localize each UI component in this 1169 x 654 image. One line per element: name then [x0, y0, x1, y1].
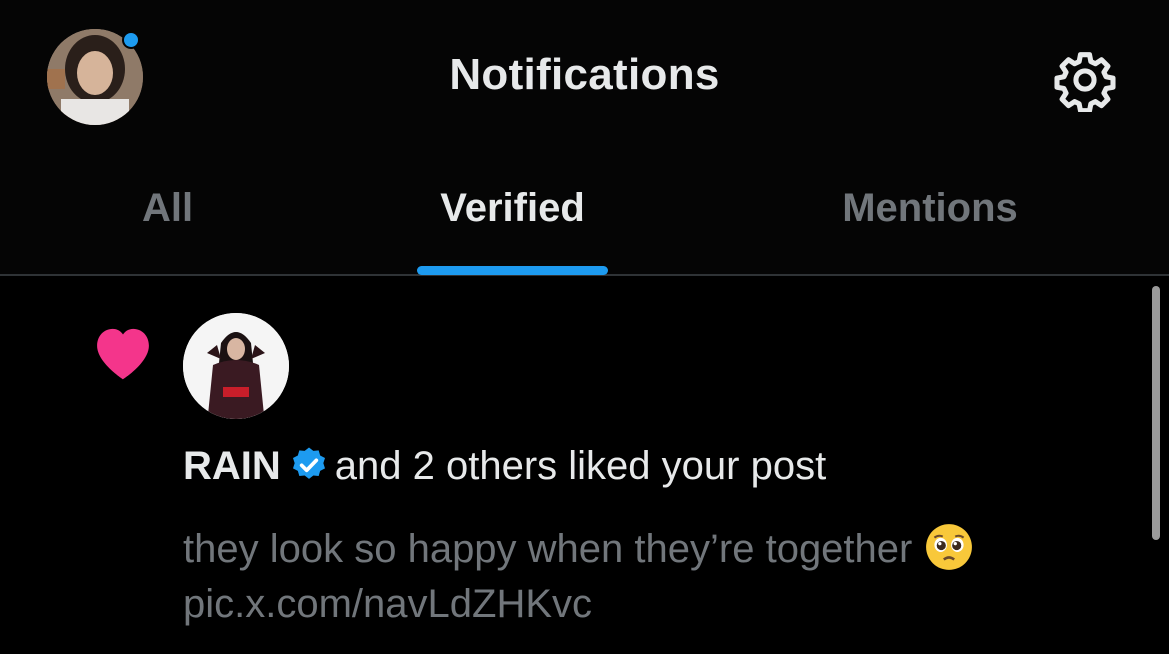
- liker-name[interactable]: RAIN: [183, 444, 281, 488]
- notification-item[interactable]: RAIN and 2 others liked your post they lo…: [0, 278, 1169, 654]
- active-tab-indicator: [417, 266, 608, 275]
- header: Notifications: [0, 0, 1169, 150]
- scrollbar[interactable]: [1152, 286, 1160, 540]
- post-preview: they look so happy when they’re together: [183, 522, 974, 572]
- action-text: and 2 others liked your post: [334, 444, 827, 488]
- tab-verified[interactable]: Verified: [400, 186, 625, 231]
- heart-icon: [90, 322, 156, 382]
- app-root: Notifications All Verified Mentions RAIN…: [0, 0, 1169, 654]
- post-link[interactable]: pic.x.com/navLdZHKvc: [183, 582, 592, 627]
- tab-mentions[interactable]: Mentions: [800, 186, 1060, 231]
- page-title: Notifications: [449, 50, 720, 99]
- notification-text: RAIN and 2 others liked your post: [183, 444, 826, 489]
- post-text: they look so happy when they’re together: [183, 527, 913, 571]
- gear-icon[interactable]: [1053, 48, 1117, 114]
- pleading-face-emoji: [924, 522, 974, 572]
- tab-all[interactable]: All: [110, 186, 225, 231]
- notification-dot-icon: [122, 31, 140, 49]
- tab-bar: All Verified Mentions: [0, 150, 1169, 276]
- verified-badge-icon: [289, 445, 329, 485]
- liker-avatar[interactable]: [183, 313, 289, 419]
